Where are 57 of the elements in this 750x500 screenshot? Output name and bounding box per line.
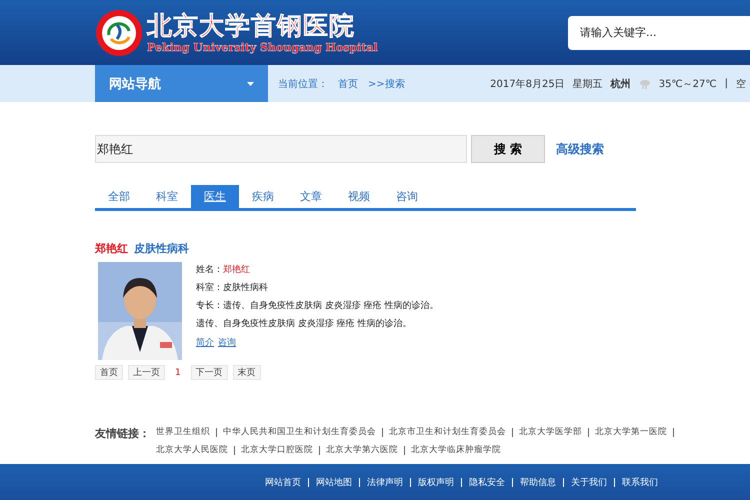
temperature-text: 35℃～27℃ — [658, 78, 717, 90]
weather-icon — [638, 78, 651, 88]
keyword-search-field[interactable]: 请输入关键字... — [568, 16, 750, 50]
friend-link[interactable]: 北京大学第一医院 — [595, 426, 667, 438]
friend-link[interactable]: 北京大学临床肿瘤学院 — [411, 444, 501, 456]
friend-link[interactable]: 北京大学第六医院 — [326, 444, 398, 456]
breadcrumb-link[interactable]: >>搜索 — [368, 76, 405, 90]
footer-link[interactable]: 联系我们 — [622, 476, 658, 488]
doctor-info-line: 专长：遗传、自身免疫性皮肤病 皮炎湿疹 痤疮 性病的诊治。 — [196, 300, 439, 313]
pagination-button[interactable]: 上一页 — [128, 365, 165, 380]
hospital-english-name: Peking University Shougang Hospital — [147, 41, 378, 54]
specialty-summary: 遗传、自身免疫性皮肤病 皮炎湿疹 痤疮 性病的诊治。 — [196, 318, 413, 331]
category-tab[interactable]: 疾病 — [239, 185, 287, 208]
footer-link[interactable]: 关于我们 — [571, 476, 607, 488]
category-tab[interactable]: 全部 — [95, 185, 143, 208]
pagination-button[interactable]: 末页 — [232, 365, 261, 380]
department-link[interactable]: 皮肤性病科 — [134, 241, 189, 256]
air-quality-text: 空 — [736, 78, 746, 90]
friend-link[interactable]: 世界卫生组织 — [156, 426, 210, 438]
category-tab[interactable]: 视频 — [335, 185, 383, 208]
pagination-button[interactable]: 下一页 — [190, 365, 228, 380]
footer-link[interactable]: 版权声明 — [418, 476, 454, 488]
friend-link[interactable]: 北京大学医学部 — [519, 426, 582, 438]
city-name: 杭州 — [610, 77, 631, 90]
current-page-number: 1 — [174, 368, 182, 378]
dropdown-caret-icon — [247, 82, 254, 86]
footer-link[interactable]: 帮助信息 — [520, 476, 556, 488]
category-tab[interactable]: 医生 — [191, 185, 239, 208]
search-button[interactable]: 搜 索 — [471, 135, 545, 163]
site-navigation-menu[interactable]: 网站导航 — [95, 65, 268, 102]
friend-link[interactable]: 北京大学口腔医院 — [241, 444, 313, 456]
location-label: 当前位置： — [278, 78, 328, 90]
category-tab[interactable]: 文章 — [287, 185, 335, 208]
doctor-name-link[interactable]: 郑艳红 — [95, 241, 128, 256]
friend-link[interactable]: 中华人民共和国卫生和计划生育委员会 — [223, 426, 376, 438]
footer-link[interactable]: 隐私安全 — [469, 476, 505, 488]
hospital-logo-icon — [95, 8, 143, 56]
doctor-detail-link[interactable]: 简介 — [196, 336, 214, 349]
category-tab[interactable]: 咨询 — [383, 185, 431, 208]
category-tab[interactable]: 科室 — [143, 185, 191, 208]
doctor-info-line: 科室：皮肤性病科 — [196, 282, 269, 295]
doctor-info-line: 姓名：郑艳红 — [196, 264, 251, 277]
friend-link[interactable]: 北京市卫生和计划生育委员会 — [389, 426, 506, 438]
friend-link[interactable]: 北京大学人民医院 — [156, 444, 228, 456]
footer-link[interactable]: 法律声明 — [367, 476, 403, 488]
pagination-button[interactable]: 首页 — [95, 365, 123, 380]
separator-text: | — [724, 78, 728, 89]
date-text: 2017年8月25日 — [490, 78, 565, 90]
friend-links-label: 友情链接： — [95, 426, 150, 442]
breadcrumb-link[interactable]: 首页 — [338, 76, 358, 90]
footer-link[interactable]: 网站首页 — [265, 476, 301, 488]
hospital-name: 北京大学首钢医院 — [147, 11, 356, 41]
search-field[interactable]: 郑艳红 — [95, 135, 467, 163]
doctor-detail-link[interactable]: 咨询 — [218, 336, 236, 349]
advanced-search-link[interactable]: 高级搜索 — [556, 140, 604, 158]
weekday-text: 星期五 — [572, 78, 603, 90]
footer-link[interactable]: 网站地图 — [316, 476, 352, 488]
